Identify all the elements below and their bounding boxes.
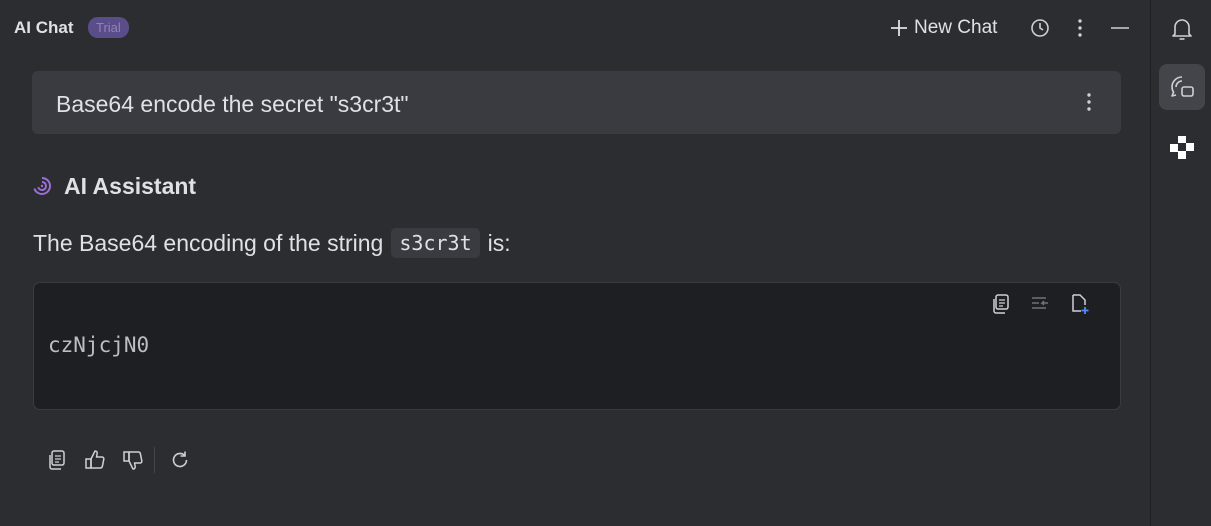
plugin-icon[interactable]	[1159, 124, 1205, 170]
new-chat-button[interactable]: New Chat	[890, 14, 997, 42]
regenerate-icon[interactable]	[161, 444, 199, 476]
code-block: czNjcjN0	[33, 282, 1121, 410]
answer-prefix: The Base64 encoding of the string	[33, 229, 384, 256]
trial-badge: Trial	[88, 17, 129, 38]
notifications-icon[interactable]	[1159, 6, 1205, 52]
user-message: Base64 encode the secret "s3cr3t"	[32, 71, 1121, 134]
minimize-icon[interactable]	[1106, 14, 1134, 42]
assistant-answer: The Base64 encoding of the string s3cr3t…	[33, 226, 511, 260]
thumbs-down-icon[interactable]	[114, 444, 152, 476]
new-file-icon[interactable]	[1066, 291, 1092, 317]
insert-at-caret-icon[interactable]	[1027, 291, 1053, 317]
answer-suffix: is:	[487, 229, 511, 256]
code-content: czNjcjN0	[48, 333, 150, 357]
assistant-name: AI Assistant	[64, 172, 197, 199]
message-actions	[38, 444, 199, 476]
assistant-header: AI Assistant	[32, 170, 196, 202]
thumbs-up-icon[interactable]	[76, 444, 114, 476]
more-vertical-icon[interactable]	[1066, 14, 1094, 42]
inline-code: s3cr3t	[391, 228, 480, 258]
chat-panel: AI Chat Trial New Chat Base64 encode the…	[0, 0, 1150, 526]
copy-icon[interactable]	[988, 291, 1014, 317]
ai-assistant-logo-icon	[32, 176, 52, 196]
chat-header: AI Chat Trial New Chat	[0, 0, 1150, 56]
copy-icon[interactable]	[38, 444, 76, 476]
user-message-text: Base64 encode the secret "s3cr3t"	[56, 91, 409, 117]
more-vertical-icon[interactable]	[1079, 89, 1099, 115]
history-icon[interactable]	[1026, 14, 1054, 42]
actions-divider	[154, 447, 155, 473]
ai-chat-icon[interactable]	[1159, 64, 1205, 110]
panel-title: AI Chat	[14, 18, 74, 37]
plus-icon	[890, 19, 908, 37]
right-tool-window-bar	[1150, 0, 1211, 526]
new-chat-label: New Chat	[914, 17, 998, 38]
